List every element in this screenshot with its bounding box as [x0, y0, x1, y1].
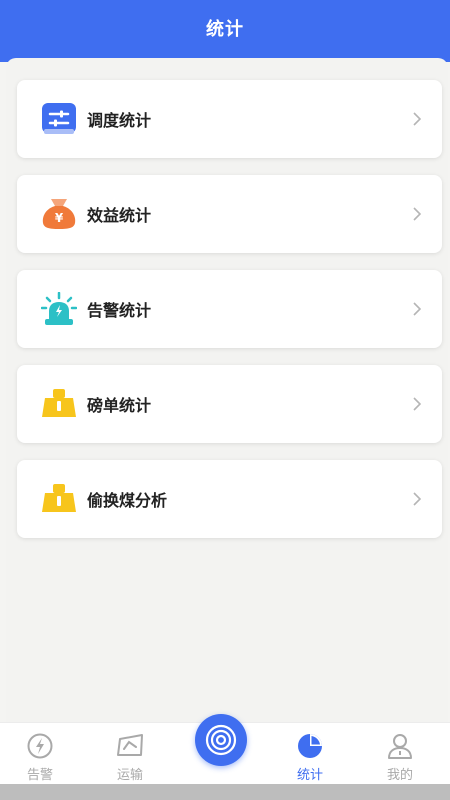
- chevron-right-icon: [410, 302, 424, 316]
- chevron-right-icon: [410, 397, 424, 411]
- tab-transport[interactable]: 运输: [90, 723, 170, 785]
- weigh-scale-icon: [39, 479, 79, 519]
- chevron-right-icon: [410, 207, 424, 221]
- center-camera-button[interactable]: [195, 714, 247, 766]
- chevron-right-icon: [410, 112, 424, 126]
- tab-statistics[interactable]: 统计: [270, 723, 350, 785]
- menu-item-label: 偷换煤分析: [87, 491, 168, 510]
- camera-lens-icon: [204, 723, 238, 757]
- app-header: 统计: [0, 0, 450, 62]
- tab-alarm[interactable]: 告警: [0, 723, 80, 785]
- user-icon: [385, 731, 415, 761]
- menu-item-benefit-stats[interactable]: ¥ 效益统计: [17, 175, 442, 253]
- money-bag-icon: ¥: [39, 194, 79, 234]
- menu-item-label: 效益统计: [87, 206, 152, 225]
- menu-item-label: 调度统计: [87, 111, 152, 130]
- menu-item-label: 磅单统计: [87, 396, 152, 415]
- menu-item-label: 告警统计: [87, 301, 152, 320]
- tab-label: 告警: [26, 768, 53, 783]
- weigh-scale-icon: [39, 384, 79, 424]
- page-title: 统计: [206, 19, 244, 40]
- tab-label: 我的: [386, 768, 413, 783]
- content-area: 调度统计 ¥ 效益统计 告警统计 磅单统计 偷换煤分析: [6, 58, 448, 738]
- system-nav-strip: [0, 784, 450, 800]
- chevron-right-icon: [410, 492, 424, 506]
- alarm-light-icon: [39, 289, 79, 329]
- tab-mine[interactable]: 我的: [360, 723, 440, 785]
- menu-item-alarm-stats[interactable]: 告警统计: [17, 270, 442, 348]
- tab-label: 统计: [296, 768, 323, 783]
- alert-bolt-icon: [25, 731, 55, 761]
- sliders-icon: [39, 99, 79, 139]
- menu-item-weigh-bill-stats[interactable]: 磅单统计: [17, 365, 442, 443]
- svg-text:¥: ¥: [55, 211, 64, 225]
- pie-chart-icon: [295, 731, 325, 761]
- transport-icon: [115, 731, 145, 761]
- menu-item-dispatch-stats[interactable]: 调度统计: [17, 80, 442, 158]
- menu-item-coal-swap-analysis[interactable]: 偷换煤分析: [17, 460, 442, 538]
- tab-label: 运输: [116, 768, 143, 783]
